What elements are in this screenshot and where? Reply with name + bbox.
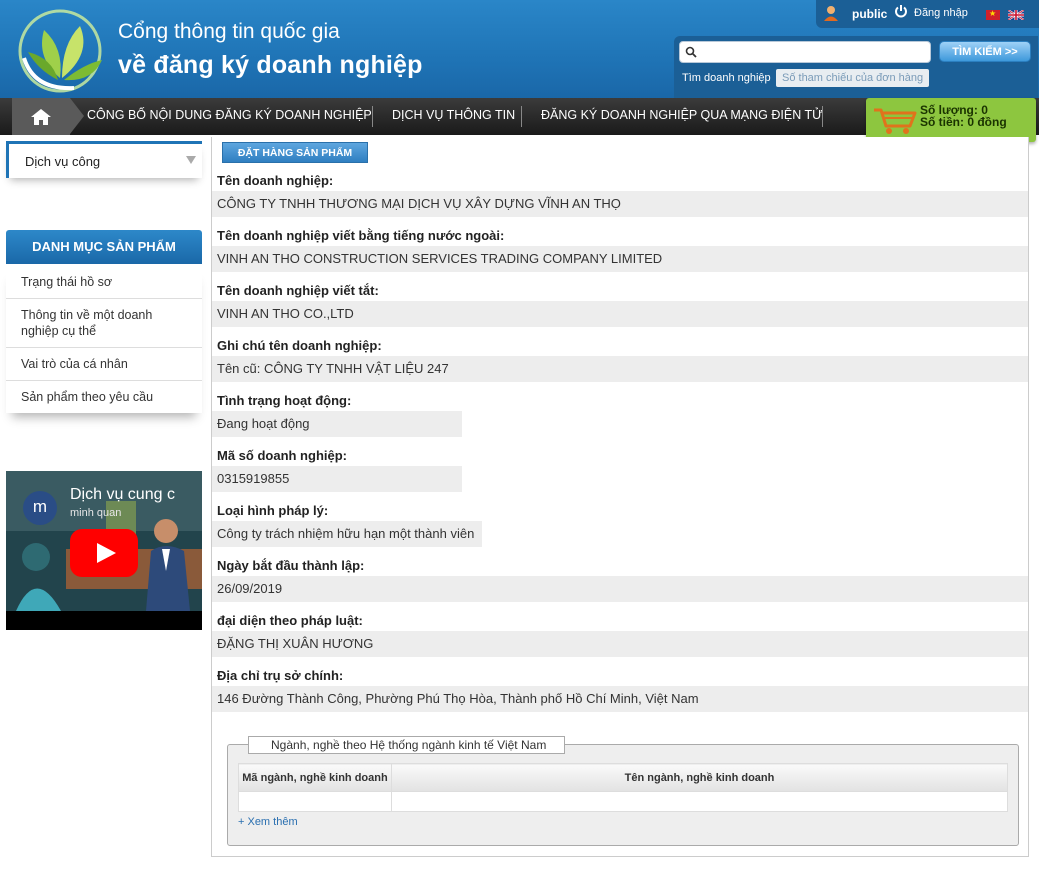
cart-icon <box>874 108 917 134</box>
video-title[interactable]: Dịch vụ cung c <box>70 486 175 504</box>
field-label-foreign-name: Tên doanh nghiệp viết bằng tiếng nước ng… <box>217 228 505 243</box>
field-value-company-code: 0315919855 <box>212 466 462 492</box>
nav-divider <box>372 106 373 127</box>
login-link[interactable]: Đăng nhập <box>914 7 968 19</box>
sidebar-item-custom-products[interactable]: Sản phẩm theo yêu cầu <box>6 381 202 413</box>
power-icon[interactable] <box>894 4 908 18</box>
nav-divider <box>521 106 522 127</box>
field-label-company-name: Tên doanh nghiệp: <box>217 173 334 188</box>
field-label-legal-representative: đại diện theo pháp luật: <box>217 613 363 628</box>
see-more-link[interactable]: + Xem thêm <box>238 816 298 828</box>
field-value-head-office-address: 146 Đường Thành Công, Phường Phú Thọ Hòa… <box>212 686 1028 712</box>
table-row <box>238 791 1008 812</box>
field-value-name-note: Tên cũ: CÔNG TY TNHH VẬT LIỆU 247 <box>212 356 1028 382</box>
tab-find-company[interactable]: Tìm doanh nghiệp <box>676 69 777 87</box>
product-category-header: DANH MỤC SẢN PHẨM <box>6 230 202 264</box>
field-value-legal-type: Công ty trách nhiệm hữu hạn một thành vi… <box>212 521 482 547</box>
video-channel-name[interactable]: minh quan <box>70 507 121 519</box>
field-value-legal-representative: ĐẶNG THỊ XUÂN HƯƠNG <box>212 631 1028 657</box>
nav-divider <box>822 106 823 127</box>
cart-amount: Số tiền: 0 đồng <box>920 115 1007 129</box>
public-services-dropdown[interactable]: Dịch vụ công <box>6 141 202 178</box>
user-icon <box>824 6 838 21</box>
channel-avatar[interactable]: m <box>23 491 57 525</box>
tab-order-reference[interactable]: Số tham chiếu của đơn hàng <box>776 69 930 87</box>
vietnam-flag-icon[interactable] <box>986 9 1000 20</box>
nav-item-online-registration[interactable]: ĐĂNG KÝ DOANH NGHIỆP QUA MẠNG ĐIỆN TỬ <box>541 98 823 135</box>
field-value-operating-status: Đang hoạt động <box>212 411 462 437</box>
search-button[interactable]: TÌM KIẾM >> <box>939 41 1031 62</box>
nav-item-business-publication[interactable]: CÔNG BỐ NỘI DUNG ĐĂNG KÝ DOANH NGHIỆP <box>87 98 372 135</box>
field-label-company-code: Mã số doanh nghiệp: <box>217 448 347 463</box>
field-label-founding-date: Ngày bắt đầu thành lập: <box>217 558 365 573</box>
site-header: Cổng thông tin quốc gia về đăng ký doanh… <box>0 0 1039 98</box>
home-icon <box>31 109 51 125</box>
portal-title-line2: về đăng ký doanh nghiệp <box>118 51 423 79</box>
table-cell <box>238 791 392 812</box>
field-value-foreign-name: VINH AN THO CONSTRUCTION SERVICES TRADIN… <box>212 246 1028 272</box>
video-bottom-bar <box>6 611 202 630</box>
user-bar: public Đăng nhập <box>816 0 1039 28</box>
portal-title-line1: Cổng thông tin quốc gia <box>118 20 340 43</box>
search-icon <box>685 46 697 58</box>
table-cell <box>391 791 1008 812</box>
username-label[interactable]: public <box>852 7 887 21</box>
chevron-down-icon <box>186 156 196 164</box>
field-label-name-note: Ghi chú tên doanh nghiệp: <box>217 338 382 353</box>
home-button[interactable] <box>12 98 84 135</box>
search-box[interactable] <box>679 41 931 63</box>
field-label-short-name: Tên doanh nghiệp viết tắt: <box>217 283 379 298</box>
shopping-cart[interactable]: Số lượng: 0 Số tiền: 0 đồng <box>866 98 1036 142</box>
field-label-operating-status: Tình trạng hoạt động: <box>217 393 352 408</box>
field-value-short-name: VINH AN THO CO.,LTD <box>212 301 1028 327</box>
search-area: TÌM KIẾM >> Tìm doanh nghiệp Số tham chi… <box>674 36 1038 98</box>
youtube-play-icon[interactable] <box>70 529 138 577</box>
column-header-industry-code: Mã ngành, nghề kinh doanh <box>238 763 392 792</box>
nav-item-information-services[interactable]: DỊCH VỤ THÔNG TIN <box>392 98 515 135</box>
industry-fieldset: Ngành, nghề theo Hệ thống ngành kinh tế … <box>227 736 1019 846</box>
sidebar-item-dossier-status[interactable]: Trạng thái hồ sơ <box>6 266 202 299</box>
field-label-legal-type: Loại hình pháp lý: <box>217 503 329 518</box>
order-product-button[interactable]: ĐẶT HÀNG SẢN PHẨM <box>222 142 368 163</box>
uk-flag-icon[interactable] <box>1008 10 1024 20</box>
field-label-head-office-address: Địa chỉ trụ sở chính: <box>217 668 344 683</box>
public-services-label: Dịch vụ công <box>25 154 101 169</box>
table-header-row: Mã ngành, nghề kinh doanh Tên ngành, ngh… <box>238 763 1008 792</box>
column-header-industry-name: Tên ngành, nghề kinh doanh <box>391 763 1008 792</box>
field-value-founding-date: 26/09/2019 <box>212 576 1028 602</box>
video-embed[interactable]: m Dịch vụ cung c minh quan <box>6 471 202 630</box>
industry-table: Mã ngành, nghề kinh doanh Tên ngành, ngh… <box>238 763 1008 812</box>
field-value-company-name: CÔNG TY TNHH THƯƠNG MẠI DỊCH VỤ XÂY DỰNG… <box>212 191 1028 217</box>
sidebar-item-company-info[interactable]: Thông tin về một doanh nghiệp cụ thể <box>6 299 202 348</box>
industry-legend: Ngành, nghề theo Hệ thống ngành kinh tế … <box>248 736 566 754</box>
search-input[interactable] <box>702 44 927 60</box>
company-detail-panel: ĐẶT HÀNG SẢN PHẨM Tên doanh nghiệp: CÔNG… <box>211 137 1029 857</box>
leaf-logo-icon[interactable] <box>14 8 106 94</box>
sidebar-item-individual-role[interactable]: Vai trò của cá nhân <box>6 348 202 381</box>
product-category-list: Trạng thái hồ sơ Thông tin về một doanh … <box>6 266 202 413</box>
